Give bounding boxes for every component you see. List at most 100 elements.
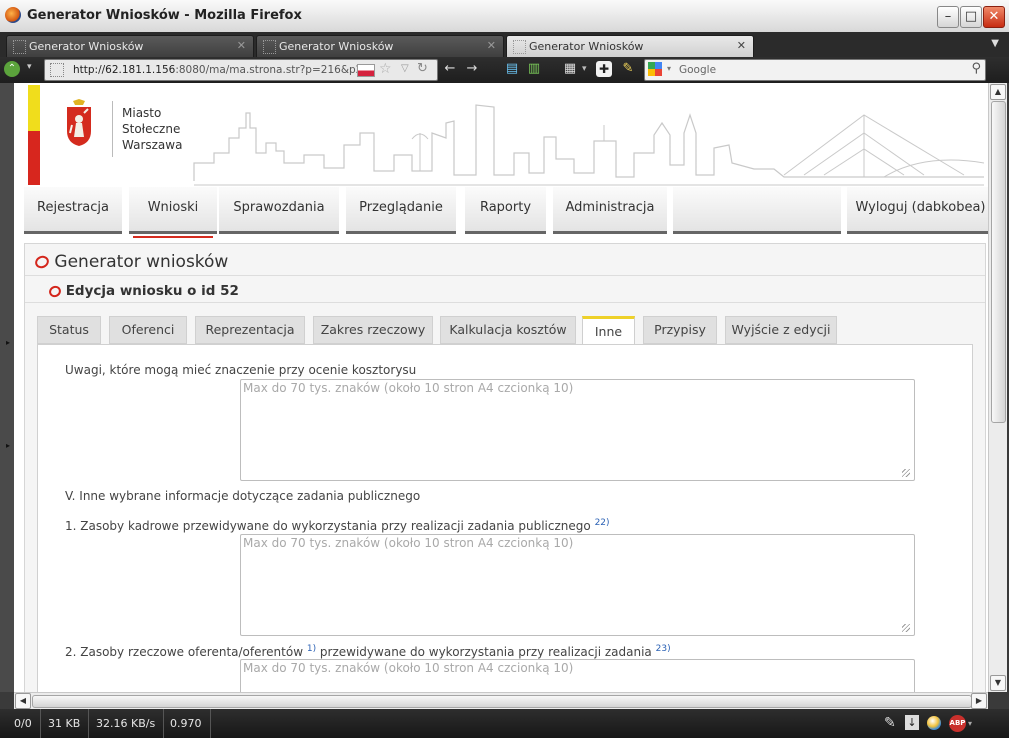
grid-dropdown-icon[interactable]: ▾ (582, 64, 587, 74)
tab-reprezentacja[interactable]: Reprezentacja (195, 316, 305, 344)
ring-bullet-icon (47, 283, 63, 299)
tab-close-icon[interactable]: ✕ (737, 39, 746, 52)
city-skyline-illustration (193, 104, 984, 186)
navigation-toolbar: ⌃ ▾ http://62.181.1.156:8080/ma/ma.stron… (0, 57, 1009, 83)
site-identity-icon[interactable] (50, 63, 64, 77)
tab-status[interactable]: Status (37, 316, 101, 344)
tab-close-icon[interactable]: ✕ (237, 39, 246, 52)
menu-item-raporty[interactable]: Raporty (465, 187, 546, 234)
plus-addon-icon[interactable]: ✚ (596, 61, 612, 77)
weather-icon[interactable] (927, 716, 941, 730)
tab-wyjscie-z-edycji[interactable]: Wyjście z edycji (725, 316, 837, 344)
city-name-line: Warszawa (122, 138, 183, 152)
reload-icon[interactable]: ↻ (417, 61, 428, 76)
wrench-icon[interactable]: ✎ (884, 715, 896, 731)
adblock-icon[interactable]: ABP (949, 715, 966, 732)
scroll-down-icon[interactable]: ▼ (990, 675, 1006, 691)
document-add-icon[interactable]: ▥ (525, 60, 543, 78)
logout-button[interactable]: Wyloguj (dabkobea) (847, 187, 988, 234)
window-title: Generator Wniosków - Mozilla Firefox (27, 8, 302, 23)
tab-list-chevron-icon[interactable]: ▼ (991, 38, 999, 49)
resize-grip-icon[interactable] (902, 469, 910, 477)
footnote-link[interactable]: 22) (595, 518, 610, 528)
panel-subtitle: Edycja wniosku o id 52 (47, 283, 239, 299)
url-bar[interactable]: http://62.181.1.156:8080/ma/ma.strona.st… (44, 59, 438, 81)
search-bar[interactable]: ▾ Google ⚲ (644, 59, 986, 81)
remarks-textarea[interactable] (240, 379, 915, 481)
tab-oferenci[interactable]: Oferenci (109, 316, 187, 344)
menu-item-wnioski[interactable]: Wnioski (129, 187, 217, 238)
back-forward-icon[interactable]: ⌃ (4, 61, 20, 77)
tab-label: Zakres rzeczowy (320, 322, 426, 337)
menu-item-rejestracja[interactable]: Rejestracja (24, 187, 122, 234)
q2-label-text: przewidywane do wykorzystania przy reali… (319, 645, 652, 659)
menu-item-label: Raporty (479, 200, 532, 215)
divider (25, 302, 985, 303)
tab-kalkulacja-kosztow[interactable]: Kalkulacja kosztów (440, 316, 576, 344)
browser-tab[interactable]: Generator Wniosków ✕ (6, 35, 254, 58)
divider (25, 275, 985, 276)
back-arrow-icon[interactable]: ← (441, 60, 459, 78)
poland-flag-icon (357, 64, 375, 77)
scroll-right-icon[interactable]: ▶ (971, 693, 987, 709)
pencil-icon[interactable]: ✎ (619, 60, 637, 78)
vertical-scroll-thumb[interactable] (991, 101, 1006, 423)
url-dropdown-icon[interactable]: ▽ (401, 63, 409, 74)
menu-item-sprawozdania[interactable]: Sprawozdania (219, 187, 339, 234)
scroll-left-icon[interactable]: ◀ (15, 693, 31, 709)
q2-label: 2. Zasoby rzeczowe oferenta/oferentów 1)… (65, 644, 671, 659)
footnote-link[interactable]: 1) (307, 644, 316, 654)
vertical-scrollbar[interactable]: ▲ ▼ (988, 83, 1007, 692)
history-dropdown-icon[interactable]: ▾ (27, 62, 32, 72)
page-icon (13, 40, 26, 54)
logo-separator (112, 101, 113, 157)
horizontal-scroll-thumb[interactable] (32, 695, 972, 708)
main-menu: Rejestracja Wnioski Sprawozdania Przeglą… (24, 187, 988, 238)
material-resources-textarea[interactable] (240, 659, 915, 692)
menu-item-przegladanie[interactable]: Przeglądanie (346, 187, 456, 234)
page-icon (263, 40, 276, 54)
footnote-link[interactable]: 23) (656, 644, 671, 654)
staff-resources-textarea[interactable] (240, 534, 915, 636)
tab-przypisy[interactable]: Przypisy (643, 316, 717, 344)
city-name-line: Miasto (122, 106, 162, 120)
browser-tab-active[interactable]: Generator Wniosków ✕ (506, 35, 754, 58)
status-count: 0/0 (6, 709, 41, 738)
adblock-dropdown-icon[interactable]: ▾ (968, 719, 972, 728)
bookmark-star-icon[interactable]: ☆ (379, 61, 392, 77)
tab-inne[interactable]: Inne (582, 316, 635, 345)
download-icon[interactable]: ↓ (905, 715, 919, 730)
tab-label: Reprezentacja (205, 322, 295, 337)
browser-tab[interactable]: Generator Wniosków ✕ (256, 35, 504, 58)
tab-label: Status (49, 322, 89, 337)
form-box: Uwagi, które mogą mieć znaczenie przy oc… (37, 344, 973, 692)
sidebar-arrow-icon[interactable]: ▸ (6, 338, 10, 347)
panel-subtitle-text: Edycja wniosku o id 52 (65, 283, 239, 299)
document-icon[interactable]: ▤ (503, 60, 521, 78)
close-window-button[interactable]: ✕ (983, 6, 1005, 28)
q1-label-text: 1. Zasoby kadrowe przewidywane do wykorz… (65, 519, 591, 533)
sidebar-arrow-icon[interactable]: ▸ (6, 441, 10, 450)
status-size: 31 KB (40, 709, 90, 738)
forward-arrow-icon[interactable]: → (463, 60, 481, 78)
city-name: Miasto Stołeczne Warszawa (122, 105, 182, 153)
minimize-button[interactable]: – (937, 6, 959, 28)
maximize-button[interactable]: □ (960, 6, 982, 28)
active-menu-underline (133, 236, 213, 238)
menu-item-label: Wnioski (147, 200, 199, 215)
resize-grip-icon[interactable] (902, 624, 910, 632)
tab-zakres-rzeczowy[interactable]: Zakres rzeczowy (313, 316, 433, 344)
search-magnifier-icon[interactable]: ⚲ (971, 61, 981, 76)
logo-red-strip (28, 131, 40, 185)
browser-tab-strip: Generator Wniosków ✕ Generator Wniosków … (0, 32, 1009, 58)
status-speed: 32.16 KB/s (88, 709, 165, 738)
status-time: 0.970 (162, 709, 211, 738)
menu-item-administracja[interactable]: Administracja (553, 187, 667, 234)
browser-tab-label: Generator Wniosków (29, 40, 144, 53)
tab-close-icon[interactable]: ✕ (487, 39, 496, 52)
google-icon[interactable] (648, 62, 662, 76)
search-engine-dropdown-icon[interactable]: ▾ (667, 64, 671, 73)
layout-grid-icon[interactable]: ▦ (561, 60, 579, 78)
horizontal-scrollbar[interactable]: ◀ ▶ (14, 692, 988, 710)
scroll-up-icon[interactable]: ▲ (990, 84, 1006, 100)
